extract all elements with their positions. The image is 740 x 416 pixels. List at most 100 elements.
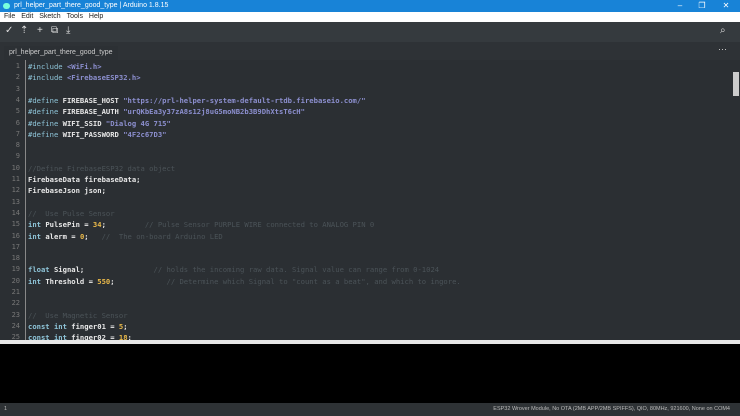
line-number: 23 (11, 310, 20, 319)
code-line: #define FIREBASE_HOST "https://prl-helpe… (28, 96, 366, 105)
code-token: FIREBASE_HOST (62, 95, 124, 105)
menu-sketch[interactable]: Sketch (39, 13, 60, 20)
code-token: int (28, 276, 46, 286)
code-token: // The on-board Arduino LED (88, 231, 223, 241)
line-number: 24 (11, 321, 20, 330)
verify-button[interactable]: ✓ (5, 25, 13, 36)
menu-bar: File Edit Sketch Tools Help (0, 12, 740, 22)
code-line: #include <WiFi.h> (28, 62, 102, 71)
code-token: <WiFi.h> (66, 62, 102, 71)
code-token: // Use Pulse Sensor (28, 208, 115, 218)
line-number: 5 (15, 107, 20, 116)
code-token: alerm = (45, 231, 80, 241)
code-token: const int (28, 321, 72, 331)
code-token: #define (28, 118, 63, 128)
code-line: FirebaseData firebaseData; (28, 175, 141, 184)
code-line: //Define FirebaseESP32 data object (28, 164, 175, 173)
code-line: float Signal; // holds the incoming raw … (28, 265, 439, 274)
menu-help[interactable]: Help (89, 13, 103, 20)
code-token: int (28, 220, 46, 230)
maximize-button[interactable]: ❐ (692, 0, 712, 12)
title-bar: prl_helper_part_there_good_type | Arduin… (0, 0, 740, 12)
line-gutter: 1 2 3 4 5 6 7 8 9 10 11 12 13 14 15 16 17 18 19 20 21 22 23 24 2… (0, 60, 26, 340)
status-board-info: ESP32 Wrover Module, No OTA (2MB APP/2MB… (493, 406, 730, 412)
line-number: 20 (11, 276, 20, 285)
code-token: // holds the incoming raw data. Signal v… (84, 265, 440, 275)
code-token: FIREBASE_AUTH (62, 107, 124, 117)
serial-monitor-button[interactable]: ⌕ (720, 25, 726, 36)
code-line: FirebaseJson json; (28, 186, 106, 195)
tab-bar: prl_helper_part_there_good_type ⋯ (0, 42, 740, 60)
tab-menu-button[interactable]: ⋯ (718, 44, 727, 55)
open-button[interactable]: ⧉ (51, 25, 58, 36)
save-button[interactable]: ⤓ (66, 25, 70, 36)
line-number: 13 (11, 197, 20, 206)
new-button[interactable]: + (37, 25, 43, 36)
code-token: // Determine which Signal to "count as a… (114, 276, 461, 286)
code-token: finger02 = (71, 333, 119, 340)
code-token: FirebaseData firebaseData; (28, 175, 141, 184)
line-number: 10 (11, 163, 20, 172)
menu-tools[interactable]: Tools (67, 13, 83, 20)
minimize-button[interactable]: – (670, 0, 690, 12)
code-token: finger01 = (71, 321, 119, 331)
code-editor[interactable]: 1 2 3 4 5 6 7 8 9 10 11 12 13 14 15 16 17 18 19 20 21 22 23 24 2… (0, 60, 731, 340)
code-line: #define FIREBASE_AUTH "urQKbEa3y37zA8s12… (28, 107, 305, 116)
close-button[interactable]: ✕ (716, 0, 736, 12)
line-number: 17 (11, 242, 20, 251)
code-token: const int (28, 333, 72, 340)
code-token: "4F2c67D3" (123, 129, 167, 139)
code-token: // Pulse Sensor PURPLE WIRE connected to… (105, 220, 375, 230)
line-number: 15 (11, 220, 20, 229)
line-number: 1 (15, 62, 20, 70)
line-number: 6 (15, 118, 20, 127)
upload-button[interactable]: ⇡ (20, 25, 28, 36)
code-token: int (28, 231, 46, 241)
arduino-logo-icon (3, 3, 10, 9)
code-token: "urQKbEa3y37zA8s12j8uG5moNB2b3B9DhXtsT6c… (123, 107, 305, 117)
code-line: // Use Magnetic Sensor (28, 311, 128, 320)
line-number: 22 (11, 299, 20, 308)
tab-sketch[interactable]: prl_helper_part_there_good_type (4, 46, 118, 60)
code-line: #include <FirebaseESP32.h> (28, 73, 141, 82)
console-output (0, 344, 740, 403)
code-line: const int finger02 = 18; (28, 333, 132, 340)
code-line: int Threshold = 550; // Determine which … (28, 277, 461, 286)
code-token: #include (28, 62, 67, 71)
scrollbar-thumb[interactable] (733, 72, 739, 96)
line-number: 4 (15, 95, 20, 104)
code-token: PulsePin = (45, 220, 93, 230)
line-number: 25 (11, 333, 20, 340)
line-number: 14 (11, 208, 20, 217)
code-line: #define WIFI_PASSWORD "4F2c67D3" (28, 130, 167, 139)
code-token: WIFI_SSID (62, 118, 106, 128)
code-token: //Define FirebaseESP32 data object (28, 163, 176, 173)
code-token: // Use Magnetic Sensor (28, 310, 128, 320)
window-title: prl_helper_part_there_good_type | Arduin… (14, 2, 169, 9)
line-number: 9 (15, 152, 20, 161)
line-number: 12 (11, 186, 20, 195)
vertical-scrollbar[interactable] (731, 60, 740, 340)
line-number: 18 (11, 254, 20, 263)
line-number: 19 (11, 265, 20, 274)
code-line: #define WIFI_SSID "Dialog 4G 715" (28, 119, 171, 128)
code-token: WIFI_PASSWORD (62, 129, 124, 139)
code-token: 18 (118, 333, 128, 340)
code-token: Signal; (53, 265, 85, 275)
menu-file[interactable]: File (4, 13, 15, 20)
code-token: #define (28, 107, 63, 117)
status-line-number: 1 (4, 406, 8, 412)
code-token: 34 (92, 220, 102, 230)
line-number: 7 (15, 129, 20, 138)
line-number: 21 (11, 288, 20, 296)
code-line: int alerm = 0; // The on-board Arduino L… (28, 232, 223, 241)
code-line: // Use Pulse Sensor (28, 209, 115, 218)
gutter-divider (25, 60, 26, 340)
line-number: 3 (15, 84, 20, 93)
status-bar: 1 ESP32 Wrover Module, No OTA (2MB APP/2… (0, 403, 740, 416)
toolbar: ✓ ⇡ + ⧉ ⤓ ⌕ (0, 22, 740, 42)
menu-edit[interactable]: Edit (21, 13, 33, 20)
code-token: float (28, 265, 54, 275)
code-token: ; (127, 333, 132, 340)
line-number: 16 (11, 231, 20, 240)
